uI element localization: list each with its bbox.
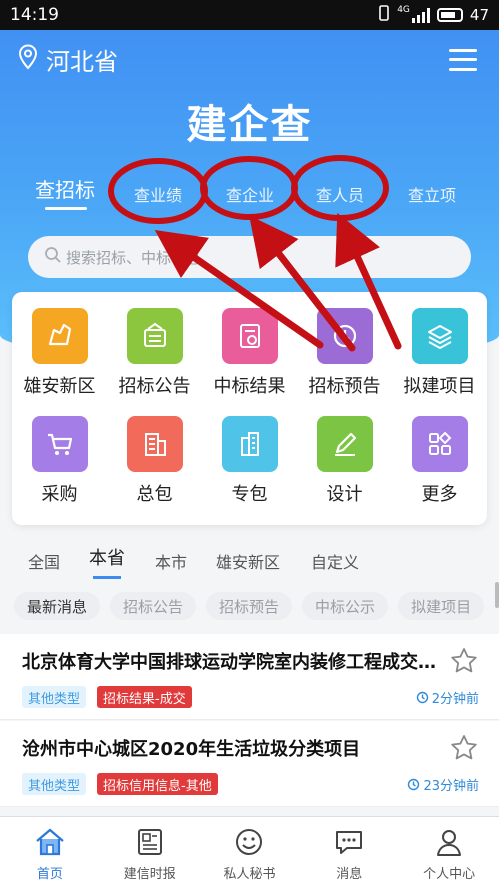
tab-bidding[interactable]: 查招标 bbox=[35, 174, 95, 203]
filter-chips: 最新消息 招标公告 招标预告 中标公示 拟建项目 bbox=[14, 592, 485, 620]
document-icon bbox=[221, 308, 278, 364]
region-tab-xiongan[interactable]: 雄安新区 bbox=[216, 549, 280, 573]
chip-planned-project[interactable]: 拟建项目 bbox=[398, 592, 485, 620]
region-tabs: 全国 本省 本市 雄安新区 自定义 bbox=[0, 543, 499, 579]
status-time: 14:19 bbox=[10, 5, 59, 25]
timestamp-text: 2分钟前 bbox=[431, 692, 479, 707]
region-tab-indicator bbox=[93, 576, 121, 579]
location-selector[interactable]: 河北省 bbox=[18, 42, 118, 77]
star-icon[interactable] bbox=[449, 646, 479, 680]
feature-label: 更多 bbox=[421, 484, 458, 505]
feature-general-contract[interactable]: 总包 bbox=[107, 416, 202, 506]
region-tab-national[interactable]: 全国 bbox=[28, 549, 60, 573]
feature-label: 专包 bbox=[231, 484, 268, 505]
star-icon[interactable] bbox=[449, 733, 479, 767]
nav-label: 首页 bbox=[36, 867, 63, 882]
location-label: 河北省 bbox=[46, 48, 118, 76]
tab-performance[interactable]: 查业绩 bbox=[134, 182, 182, 206]
pencil-icon bbox=[316, 416, 373, 472]
building-icon bbox=[126, 416, 183, 472]
nav-label: 建信时报 bbox=[123, 867, 176, 882]
list-item[interactable]: 沧州市中心城区2020年生活垃圾分类项目 其他类型 招标信用信息-其他 23分钟… bbox=[0, 721, 499, 807]
battery-level: 47 bbox=[469, 6, 489, 24]
news-title: 沧州市中心城区2020年生活垃圾分类项目 bbox=[22, 739, 361, 760]
region-tab-custom[interactable]: 自定义 bbox=[311, 549, 359, 573]
scroll-indicator bbox=[495, 582, 499, 608]
region-tab-city[interactable]: 本市 bbox=[155, 549, 187, 573]
search-input[interactable]: 搜索招标、中标信息 bbox=[28, 236, 471, 278]
feature-label: 雄安新区 bbox=[23, 376, 96, 397]
clock-icon bbox=[316, 308, 373, 364]
nav-profile[interactable]: 个人中心 bbox=[399, 817, 499, 888]
nav-news[interactable]: 建信时报 bbox=[100, 817, 200, 888]
feature-bid-preview[interactable]: 招标预告 bbox=[297, 308, 392, 398]
chip-bid-announcement[interactable]: 招标公告 bbox=[110, 592, 197, 620]
list-item[interactable]: 北京体育大学中国排球运动学院室内装修工程成交公告 其他类型 招标结果-成交 2分… bbox=[0, 634, 499, 720]
chip-latest[interactable]: 最新消息 bbox=[14, 592, 101, 620]
app-title: 建企查 bbox=[186, 102, 313, 148]
feature-design[interactable]: 设计 bbox=[297, 416, 392, 506]
category-tag: 其他类型 bbox=[22, 686, 87, 708]
clock-icon bbox=[408, 778, 420, 791]
nav-messages[interactable]: 消息 bbox=[299, 817, 399, 888]
battery-icon bbox=[436, 8, 463, 22]
nav-label: 个人中心 bbox=[423, 867, 476, 882]
category-tag: 其他类型 bbox=[22, 773, 87, 795]
feature-label: 采购 bbox=[41, 484, 78, 505]
feature-label: 总包 bbox=[136, 484, 173, 505]
clock-icon bbox=[416, 691, 428, 704]
status-tag: 招标结果-成交 bbox=[97, 686, 192, 708]
announcement-icon bbox=[126, 308, 183, 364]
tab-personnel[interactable]: 查人员 bbox=[316, 182, 364, 206]
nav-label: 消息 bbox=[336, 867, 363, 882]
vibrate-icon bbox=[378, 5, 390, 25]
chip-bid-preview[interactable]: 招标预告 bbox=[206, 592, 293, 620]
feature-label: 招标预告 bbox=[308, 376, 381, 397]
tower-icon bbox=[221, 416, 278, 472]
feature-label: 中标结果 bbox=[213, 376, 286, 397]
status-tag: 招标信用信息-其他 bbox=[97, 773, 218, 795]
feature-label: 设计 bbox=[326, 484, 363, 505]
chip-win-publicity[interactable]: 中标公示 bbox=[302, 592, 389, 620]
nav-label: 私人秘书 bbox=[223, 867, 276, 882]
grid-icon bbox=[411, 416, 468, 472]
feature-xiongan[interactable]: 雄安新区 bbox=[12, 308, 107, 398]
signal-icon bbox=[411, 7, 430, 23]
network-label: 4G bbox=[397, 5, 410, 15]
feature-card: 雄安新区 招标公告 中标结果 招标预告 拟建项目 采购 总包 专包 设计 更多 bbox=[12, 292, 487, 525]
bottom-nav: 首页 建信时报 私人秘书 消息 个人中心 bbox=[0, 816, 499, 888]
newspaper-icon bbox=[135, 825, 165, 859]
feature-planned-project[interactable]: 拟建项目 bbox=[392, 308, 487, 398]
timestamp: 23分钟前 bbox=[407, 775, 479, 794]
nav-home[interactable]: 首页 bbox=[0, 817, 100, 888]
search-placeholder: 搜索招标、中标信息 bbox=[66, 248, 202, 267]
timestamp: 2分钟前 bbox=[416, 688, 479, 707]
cart-icon bbox=[31, 416, 88, 472]
feature-purchase[interactable]: 采购 bbox=[12, 416, 107, 506]
feature-label: 拟建项目 bbox=[403, 376, 476, 397]
search-type-tabs: 查招标 查业绩 查企业 查人员 查立项 bbox=[0, 172, 499, 212]
user-icon bbox=[434, 825, 464, 859]
timestamp-text: 23分钟前 bbox=[423, 779, 479, 794]
map-icon bbox=[31, 308, 88, 364]
home-icon bbox=[33, 825, 67, 859]
location-pin-icon bbox=[18, 43, 38, 76]
region-tab-province[interactable]: 本省 bbox=[89, 544, 125, 570]
smile-icon bbox=[234, 825, 264, 859]
tab-enterprise[interactable]: 查企业 bbox=[226, 182, 274, 206]
active-tab-indicator bbox=[45, 207, 87, 210]
layers-icon bbox=[411, 308, 468, 364]
feature-win-result[interactable]: 中标结果 bbox=[202, 308, 297, 398]
feature-special-contract[interactable]: 专包 bbox=[202, 416, 297, 506]
chat-icon bbox=[333, 825, 365, 859]
feature-label: 招标公告 bbox=[118, 376, 191, 397]
feature-bid-announcement[interactable]: 招标公告 bbox=[107, 308, 202, 398]
tab-project[interactable]: 查立项 bbox=[408, 182, 456, 206]
feature-more[interactable]: 更多 bbox=[392, 416, 487, 506]
nav-secretary[interactable]: 私人秘书 bbox=[200, 817, 300, 888]
news-title: 北京体育大学中国排球运动学院室内装修工程成交公告 bbox=[22, 652, 442, 673]
status-bar: 14:19 4G 47 bbox=[0, 0, 499, 30]
menu-icon[interactable] bbox=[449, 48, 477, 71]
search-icon bbox=[44, 246, 62, 268]
